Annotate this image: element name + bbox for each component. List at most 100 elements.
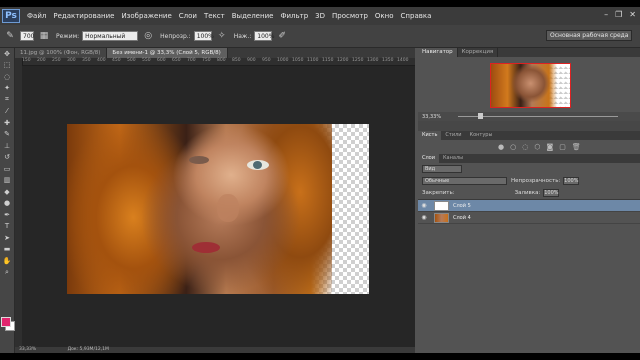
blur-tool-icon[interactable]: ◆ bbox=[0, 186, 14, 198]
tab-navigator[interactable]: Навигатор bbox=[418, 48, 458, 57]
layer-name: Слой 4 bbox=[453, 214, 471, 221]
layer-kind-select[interactable]: Вид bbox=[422, 165, 462, 173]
layer-fill-field[interactable]: 100% bbox=[543, 189, 560, 197]
visibility-eye-icon[interactable]: ◉ bbox=[418, 202, 430, 209]
airbrush-icon[interactable]: ✧ bbox=[216, 30, 228, 42]
stroke-path-icon[interactable]: ○ bbox=[510, 143, 516, 151]
crop-tool-icon[interactable]: ⌗ bbox=[0, 94, 14, 106]
stamp-tool-icon[interactable]: ⊥ bbox=[0, 140, 14, 152]
menu-select[interactable]: Выделение bbox=[232, 12, 274, 20]
brush-panel-icon[interactable]: ▦ bbox=[38, 30, 50, 42]
shape-tool-icon[interactable]: ▬ bbox=[0, 244, 14, 256]
menu-text[interactable]: Текст bbox=[204, 12, 225, 20]
menu-help[interactable]: Справка bbox=[401, 12, 432, 20]
right-eye bbox=[247, 160, 269, 170]
layer-filter-row: Вид bbox=[418, 163, 640, 175]
menu-view[interactable]: Просмотр bbox=[332, 12, 368, 20]
canvas-area[interactable] bbox=[22, 66, 415, 347]
hand-tool-icon[interactable]: ✋ bbox=[0, 255, 14, 267]
workspace-select[interactable]: Основная рабочая среда bbox=[546, 30, 632, 41]
navigator-zoom-knob[interactable] bbox=[478, 113, 483, 119]
tab-doc-2[interactable]: Без имени-1 @ 33,3% (Слой 5, RGB/8) bbox=[107, 48, 228, 58]
type-tool-icon[interactable]: T bbox=[0, 221, 14, 233]
menu-window[interactable]: Окно bbox=[375, 12, 394, 20]
restore-icon[interactable]: ❐ bbox=[615, 10, 622, 19]
pressure-opacity-icon[interactable]: ◎ bbox=[142, 30, 154, 42]
navigator-zoom-bar: 33,33% bbox=[418, 112, 640, 121]
zoom-tool-icon[interactable]: ⌕ bbox=[0, 267, 14, 279]
ruler-tick-label: 1400 bbox=[397, 58, 409, 63]
document-tabs: 11.jpg @ 100% (Фон, RGB/8) Без имени-1 @… bbox=[15, 48, 415, 58]
ruler-tick-label: 1050 bbox=[292, 58, 304, 63]
nose bbox=[217, 194, 239, 222]
gradient-tool-icon[interactable]: ▥ bbox=[0, 175, 14, 187]
visibility-eye-icon[interactable]: ◉ bbox=[418, 214, 430, 221]
lasso-tool-icon[interactable]: ◌ bbox=[0, 71, 14, 83]
marquee-tool-icon[interactable]: ⬚ bbox=[0, 60, 14, 72]
brush-tool-icon-side[interactable]: ✎ bbox=[0, 129, 14, 141]
tab-paths[interactable]: Контуры bbox=[466, 131, 497, 140]
horizontal-ruler: 150 200 250 300 350 400 450 500 550 600 650 700 750 8… bbox=[22, 58, 415, 66]
menu-layers[interactable]: Слои bbox=[179, 12, 197, 20]
options-bar: ✎ 700 ▦ Режим: Нормальный ◎ Непрозр.: 10… bbox=[0, 25, 640, 48]
ruler-tick-label: 1250 bbox=[352, 58, 364, 63]
make-path-icon[interactable]: ⬡ bbox=[534, 143, 540, 151]
path-select-icon[interactable]: ➤ bbox=[0, 232, 14, 244]
eyedropper-tool-icon[interactable]: ⁄ bbox=[0, 106, 14, 118]
portrait-photo bbox=[67, 124, 332, 294]
document-canvas[interactable] bbox=[67, 124, 369, 294]
status-zoom[interactable]: 33,33% bbox=[19, 347, 36, 352]
quick-select-tool-icon[interactable]: ✦ bbox=[0, 83, 14, 95]
healing-tool-icon[interactable]: ✚ bbox=[0, 117, 14, 129]
minimize-icon[interactable]: – bbox=[604, 10, 608, 19]
mode-select[interactable]: Нормальный bbox=[82, 31, 139, 41]
right-panels: Навигатор Коррекция 33,33% Кисть Стили К… bbox=[418, 48, 640, 353]
menu-filter[interactable]: Фильтр bbox=[280, 12, 308, 20]
layers-tabs: Слои Каналы bbox=[418, 154, 640, 163]
layer-opacity-field[interactable]: 100% bbox=[563, 177, 580, 185]
load-selection-icon[interactable]: ◌ bbox=[522, 143, 528, 151]
brush-size-field[interactable]: 700 bbox=[20, 31, 34, 41]
ruler-tick-label: 450 bbox=[112, 58, 121, 63]
menu-image[interactable]: Изображение bbox=[121, 12, 171, 20]
opacity-label: Непрозр.: bbox=[160, 32, 191, 40]
new-path-icon[interactable]: ▢ bbox=[559, 143, 566, 151]
blend-mode-select[interactable]: Обычные bbox=[422, 177, 507, 185]
ruler-tick-label: 300 bbox=[67, 58, 76, 63]
close-icon[interactable]: ✕ bbox=[629, 10, 636, 19]
ruler-tick-label: 600 bbox=[157, 58, 166, 63]
tab-layers[interactable]: Слои bbox=[418, 154, 439, 163]
mask-icon[interactable]: ◙ bbox=[546, 143, 553, 151]
move-tool-icon[interactable]: ✥ bbox=[0, 48, 14, 60]
navigator-thumbnail[interactable] bbox=[490, 63, 571, 108]
flow-field[interactable]: 100% bbox=[254, 31, 274, 41]
layer-name: Слой 5 bbox=[453, 202, 471, 209]
opacity-field[interactable]: 100% bbox=[193, 31, 214, 41]
menu-edit[interactable]: Редактирование bbox=[53, 12, 114, 20]
menu-3d[interactable]: 3D bbox=[315, 12, 325, 20]
pen-tool-icon[interactable]: ✒ bbox=[0, 209, 14, 221]
dodge-tool-icon[interactable]: ● bbox=[0, 198, 14, 210]
tab-brush[interactable]: Кисть bbox=[418, 131, 442, 140]
tab-styles[interactable]: Стили bbox=[441, 131, 465, 140]
delete-path-icon[interactable]: 🗑 bbox=[572, 143, 581, 151]
layer-row[interactable]: ◉ Слой 5 bbox=[418, 200, 640, 212]
fill-path-icon[interactable]: ● bbox=[498, 143, 504, 151]
eraser-tool-icon[interactable]: ▭ bbox=[0, 163, 14, 175]
ruler-tick-label: 1300 bbox=[367, 58, 379, 63]
navigator-zoom-value[interactable]: 33,33% bbox=[422, 114, 441, 120]
tab-adjustments[interactable]: Коррекция bbox=[458, 48, 499, 57]
layer-row[interactable]: ◉ Слой 4 bbox=[418, 212, 640, 224]
ruler-tick-label: 350 bbox=[82, 58, 91, 63]
history-brush-icon[interactable]: ↺ bbox=[0, 152, 14, 164]
ruler-tick-label: 750 bbox=[202, 58, 211, 63]
tab-channels[interactable]: Каналы bbox=[439, 154, 467, 163]
tools-panel: ✥ ⬚ ◌ ✦ ⌗ ⁄ ✚ ✎ ⊥ ↺ ▭ ▥ ◆ ● ✒ T ➤ ▬ ✋ ⌕ bbox=[0, 48, 15, 353]
foreground-color-swatch[interactable] bbox=[1, 317, 11, 327]
menu-bar: Ps Файл Редактирование Изображение Слои … bbox=[0, 7, 640, 25]
pressure-size-icon[interactable]: ✐ bbox=[276, 30, 288, 42]
brush-tool-icon[interactable]: ✎ bbox=[4, 30, 16, 42]
ruler-tick-label: 1350 bbox=[382, 58, 394, 63]
tab-doc-1[interactable]: 11.jpg @ 100% (Фон, RGB/8) bbox=[15, 48, 108, 58]
menu-file[interactable]: Файл bbox=[27, 12, 46, 20]
